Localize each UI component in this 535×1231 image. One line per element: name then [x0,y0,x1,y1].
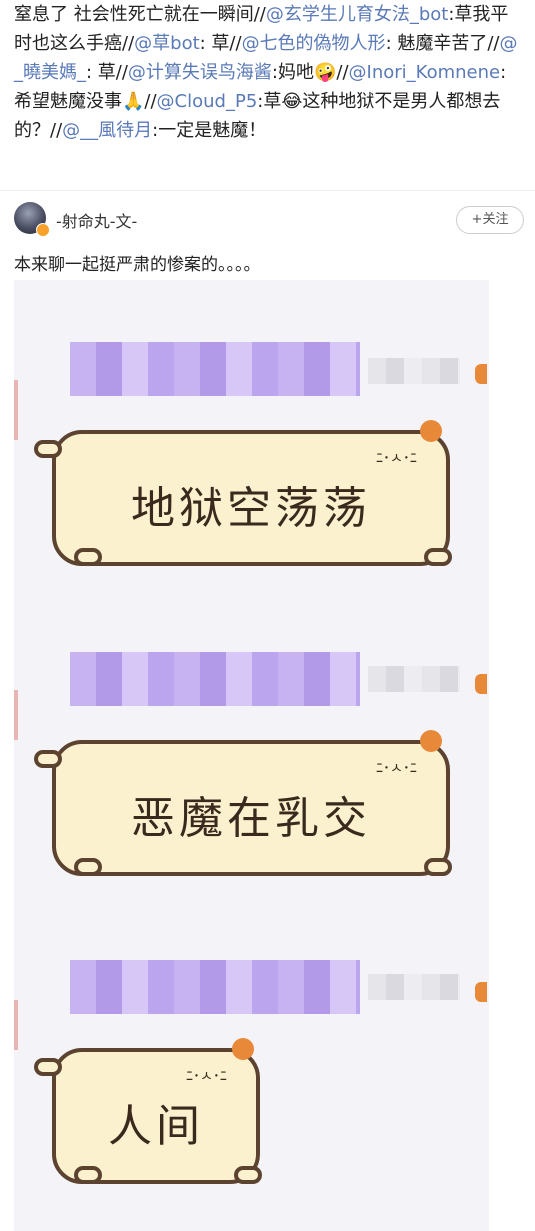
cat-sticker-icon [475,674,487,694]
repost-chain-text: 窒息了 社会性死亡就在一瞬间//@玄学生儿育女法_bot:草我平时也这么手癌//… [14,0,524,145]
repost-text-segment: :一定是魅魔！ [152,120,267,141]
repost-text-segment: : 草// [86,62,128,83]
author-row: -射命丸-文- +关注 [14,200,524,240]
mention-link[interactable]: @Inori_Komnene [349,62,501,83]
cat-paw-icon [74,858,102,876]
blurred-username [70,652,360,706]
mention-link[interactable]: @__風待月 [62,120,152,141]
blurred-timestamp [368,358,460,384]
cat-sticker-icon [420,730,442,752]
cat-paw-icon [234,1166,262,1184]
cat-paw-icon [74,548,102,566]
repost-text-segment: : 草// [199,33,242,54]
cat-face-icon: ﾆ･ㅅ･ﾆ [376,761,417,777]
sticker-bubble-text: 恶魔在乳交 [131,793,371,844]
blurred-username [70,960,360,1014]
blurred-username [70,342,360,396]
blurred-timestamp [368,666,460,692]
sticker-bubble: 人间 [52,1048,260,1184]
sticker-bubble-text: 地狱空荡荡 [131,483,371,534]
cat-tail-icon [34,440,62,458]
blurred-timestamp [368,974,460,1000]
mention-link[interactable]: @玄学生儿育女法_bot [266,4,449,25]
post-image[interactable]: 地狱空荡荡 ﾆ･ㅅ･ﾆ 恶魔在乳交 ﾆ･ㅅ･ﾆ 人间 ﾆ･ㅅ･ﾆ [14,280,489,1231]
sticker-bubble-text: 人间 [108,1101,204,1152]
cat-tail-icon [34,750,62,768]
repost-text-segment: :妈吔🤪// [271,62,349,83]
cat-face-icon: ﾆ･ㅅ･ﾆ [186,1069,227,1085]
post-text: 本来聊一起挺严肃的惨案的。。。。 [14,255,261,275]
repost-text-segment: : 魅魔辛苦了// [385,33,500,54]
follow-button[interactable]: +关注 [456,206,524,234]
verified-badge-icon [36,223,50,237]
cat-sticker-icon [475,364,487,384]
mention-link[interactable]: @计算失误鸟海酱 [128,62,272,83]
image-edge-mark [14,1000,18,1050]
cat-paw-icon [424,548,452,566]
cat-paw-icon [74,1166,102,1184]
cat-sticker-icon [475,982,487,1002]
divider [0,190,535,191]
mention-link[interactable]: @Cloud_P5 [157,91,258,112]
author-name[interactable]: -射命丸-文- [56,208,137,232]
repost-text-segment: 窒息了 社会性死亡就在一瞬间// [14,4,266,25]
cat-sticker-icon [232,1038,254,1060]
mention-link[interactable]: @草bot [134,33,200,54]
mention-link[interactable]: @七色的偽物人形 [242,33,386,54]
image-edge-mark [14,380,18,440]
image-edge-mark [14,690,18,740]
cat-paw-icon [424,858,452,876]
cat-tail-icon [34,1058,62,1076]
cat-face-icon: ﾆ･ㅅ･ﾆ [376,451,417,467]
cat-sticker-icon [420,420,442,442]
